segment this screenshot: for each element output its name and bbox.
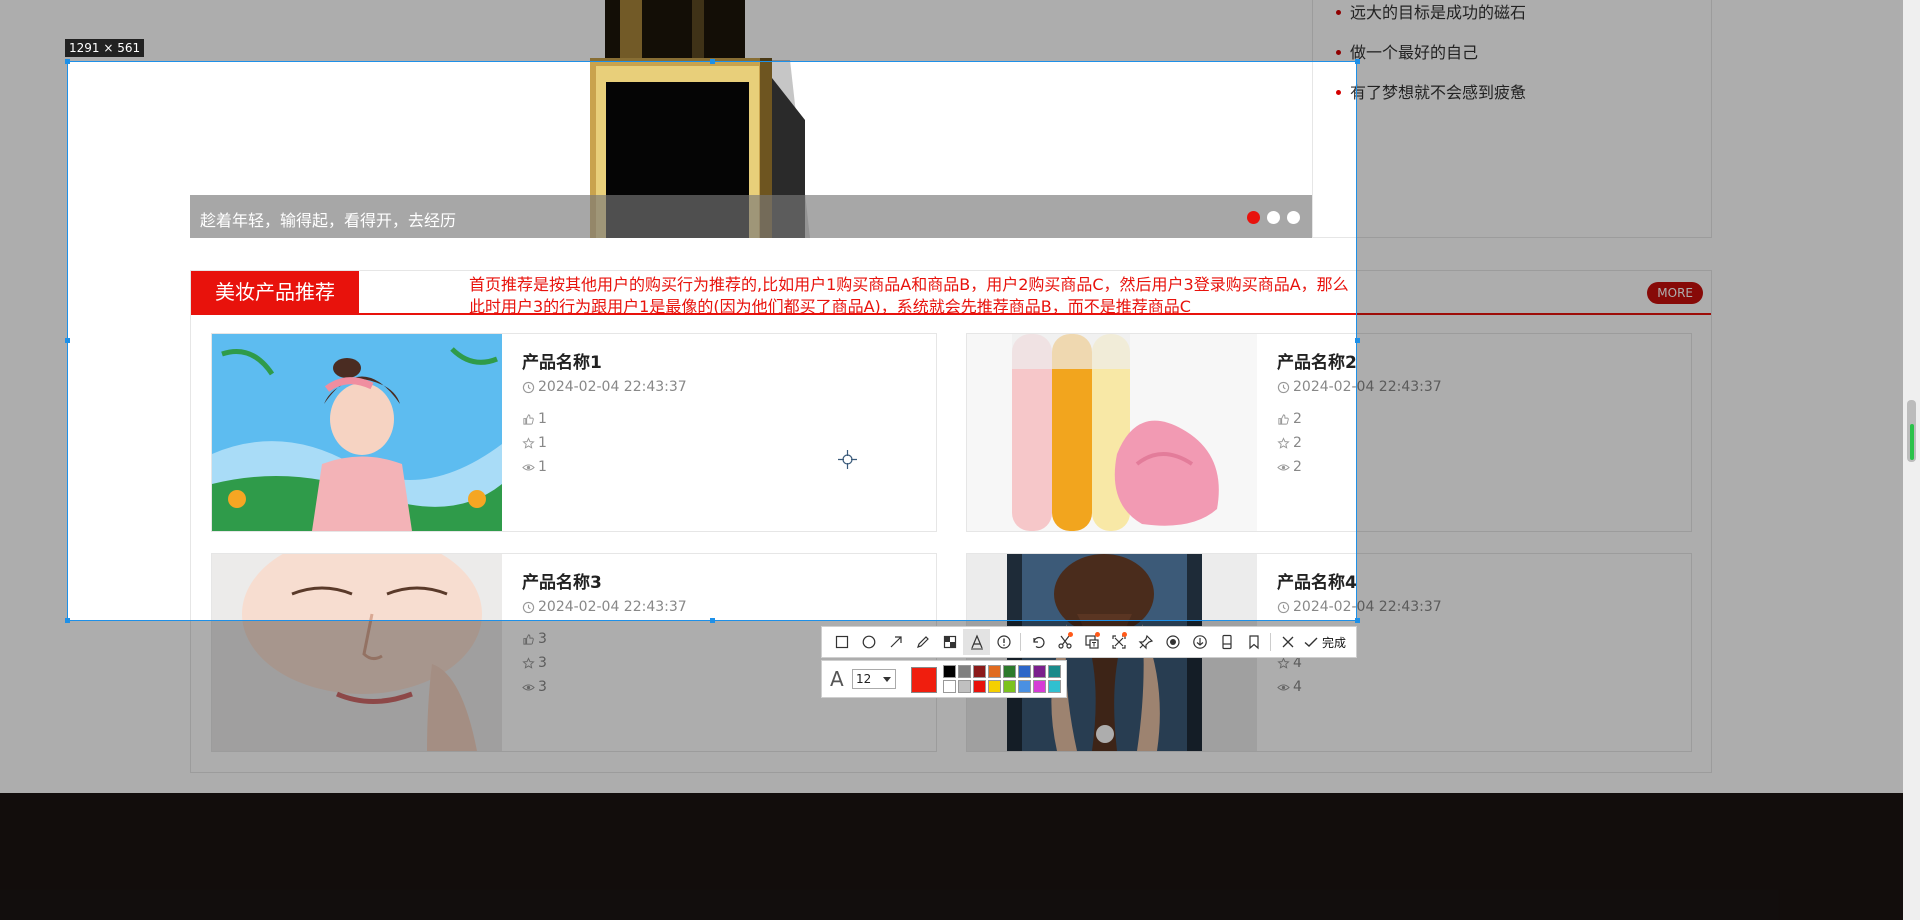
- resize-handle[interactable]: [65, 618, 70, 623]
- color-swatch[interactable]: [1033, 665, 1046, 678]
- crosshair-cursor-icon: [838, 450, 857, 469]
- bookmark-icon[interactable]: [1240, 629, 1267, 655]
- capture-dim-overlay: [0, 0, 1903, 61]
- arrow-icon[interactable]: [882, 629, 909, 655]
- font-icon: A: [830, 667, 844, 691]
- color-palette: [943, 665, 1061, 693]
- capture-dim-overlay: [0, 61, 67, 621]
- resize-handle[interactable]: [710, 618, 715, 623]
- done-button[interactable]: 完成: [1303, 634, 1346, 651]
- resize-handle[interactable]: [65, 338, 70, 343]
- toolbar-divider: [1270, 633, 1271, 651]
- toolbar-divider: [1020, 633, 1021, 651]
- color-swatch[interactable]: [958, 680, 971, 693]
- download-icon[interactable]: [1186, 629, 1213, 655]
- serial-number-icon[interactable]: [990, 629, 1017, 655]
- color-swatch[interactable]: [1003, 680, 1016, 693]
- record-icon[interactable]: [1159, 629, 1186, 655]
- color-swatch[interactable]: [988, 665, 1001, 678]
- new-badge: [1068, 632, 1073, 637]
- selection-size-label: 1291 × 561: [65, 39, 145, 57]
- color-swatch[interactable]: [1018, 680, 1031, 693]
- font-size-select[interactable]: 12: [852, 669, 896, 689]
- scroll-indicator: [1910, 424, 1914, 460]
- color-swatch[interactable]: [1048, 665, 1061, 678]
- current-color-swatch[interactable]: [911, 667, 937, 693]
- color-swatch[interactable]: [1018, 665, 1031, 678]
- vertical-scrollbar[interactable]: [1903, 0, 1920, 920]
- pin-icon[interactable]: [1132, 629, 1159, 655]
- undo-icon[interactable]: [1024, 629, 1051, 655]
- cut-icon[interactable]: [1051, 629, 1078, 655]
- chevron-down-icon: [883, 677, 891, 682]
- resize-handle[interactable]: [1355, 338, 1360, 343]
- capture-selection-box[interactable]: [67, 61, 1357, 621]
- color-swatch[interactable]: [1003, 665, 1016, 678]
- color-swatch[interactable]: [943, 680, 956, 693]
- color-swatch[interactable]: [943, 665, 956, 678]
- new-badge: [1095, 632, 1100, 637]
- long-screenshot-icon[interactable]: [1213, 629, 1240, 655]
- capture-toolbar: 完成: [821, 626, 1357, 658]
- color-swatch[interactable]: [1048, 680, 1061, 693]
- color-swatch[interactable]: [1033, 680, 1046, 693]
- check-icon: [1304, 637, 1318, 647]
- color-swatch[interactable]: [973, 680, 986, 693]
- text-options-bar: A 12: [821, 660, 1067, 698]
- color-swatch[interactable]: [973, 665, 986, 678]
- scan-icon[interactable]: [1105, 629, 1132, 655]
- close-icon[interactable]: [1274, 629, 1301, 655]
- ellipse-icon[interactable]: [855, 629, 882, 655]
- color-swatch[interactable]: [958, 665, 971, 678]
- resize-handle[interactable]: [65, 59, 70, 64]
- resize-handle[interactable]: [710, 59, 715, 64]
- resize-handle[interactable]: [1355, 618, 1360, 623]
- rectangle-icon[interactable]: [828, 629, 855, 655]
- font-size-value: 12: [856, 672, 872, 686]
- ocr-icon[interactable]: [1078, 629, 1105, 655]
- page: 远大的目标是成功的磁石 做一个最好的自己 有了梦想就不会感到疲惫 趁着年轻，输得…: [0, 0, 1920, 920]
- pencil-icon[interactable]: [909, 629, 936, 655]
- mosaic-icon[interactable]: [936, 629, 963, 655]
- resize-handle[interactable]: [1355, 59, 1360, 64]
- text-icon[interactable]: [963, 629, 990, 655]
- color-swatch[interactable]: [988, 680, 1001, 693]
- new-badge: [1122, 632, 1127, 637]
- done-label: 完成: [1322, 635, 1347, 650]
- capture-dim-overlay: [1357, 61, 1903, 621]
